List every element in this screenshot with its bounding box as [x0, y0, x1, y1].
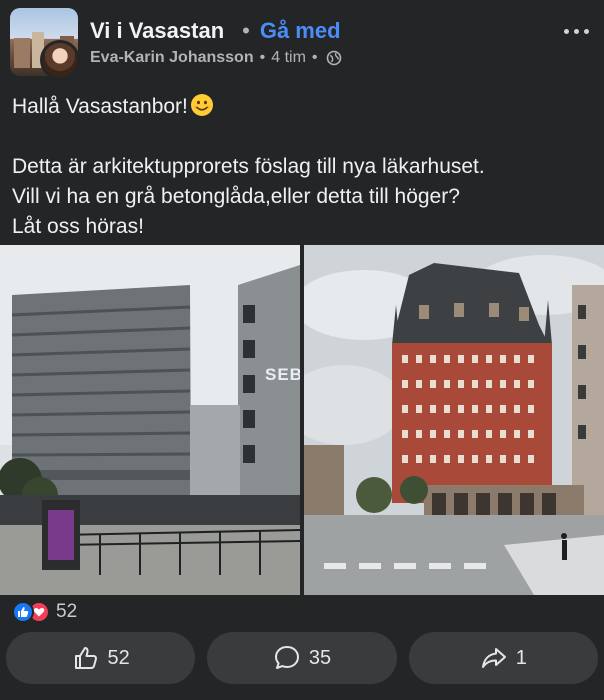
comment-bubble-icon	[274, 646, 299, 669]
group-name[interactable]: Vi i Vasastan	[90, 18, 224, 44]
seb-sign: SEB	[265, 365, 300, 384]
share-arrow-icon	[481, 648, 506, 668]
post-line-2: Detta är arkitektupprorets föslag till n…	[12, 155, 485, 178]
photo-right[interactable]	[304, 245, 604, 595]
share-count: 1	[515, 646, 527, 669]
post-time[interactable]: 4 tim	[271, 49, 306, 67]
post-meta: Eva-Karin Johansson • 4 tim •	[90, 47, 342, 69]
meta-separator-2: •	[311, 49, 318, 66]
comment-button[interactable]: 35	[207, 632, 397, 684]
join-group-link[interactable]: Gå med	[260, 18, 341, 44]
title-row: Vi i Vasastan • Gå med	[90, 16, 341, 46]
post-line-4: Låt oss höras!	[12, 215, 144, 238]
globe-icon	[326, 50, 341, 66]
smiling-face-emoji-icon	[190, 94, 213, 116]
meta-separator: •	[259, 49, 266, 66]
reaction-summary[interactable]: 52	[12, 600, 77, 624]
more-options-button[interactable]	[558, 18, 594, 44]
more-icon-dot	[563, 28, 569, 34]
title-separator: •	[242, 18, 250, 43]
author-avatar[interactable]	[40, 40, 80, 80]
thumbs-up-icon	[74, 647, 97, 669]
photo-collage: SEB	[0, 245, 604, 595]
author-name[interactable]: Eva-Karin Johansson	[90, 49, 254, 67]
like-button[interactable]: 52	[6, 632, 196, 684]
more-icon-dot	[583, 28, 589, 34]
like-icon	[12, 601, 34, 623]
post-header: Vi i Vasastan • Gå med Eva-Karin Johanss…	[0, 0, 604, 88]
comment-count: 35	[308, 646, 332, 669]
photo-left[interactable]: SEB	[0, 245, 300, 595]
share-button[interactable]: 1	[408, 632, 598, 684]
post-greeting: Hallå Vasastanbor!	[12, 95, 188, 118]
post-actions: 52 35 1	[6, 632, 598, 684]
post-line-3: Vill vi ha en grå betonglåda,eller detta…	[12, 185, 460, 208]
more-icon-dot	[573, 28, 579, 34]
post-body: Hallå Vasastanbor! Detta är arkitektuppr…	[12, 92, 592, 242]
like-count: 52	[107, 646, 130, 669]
reaction-count: 52	[56, 601, 78, 622]
